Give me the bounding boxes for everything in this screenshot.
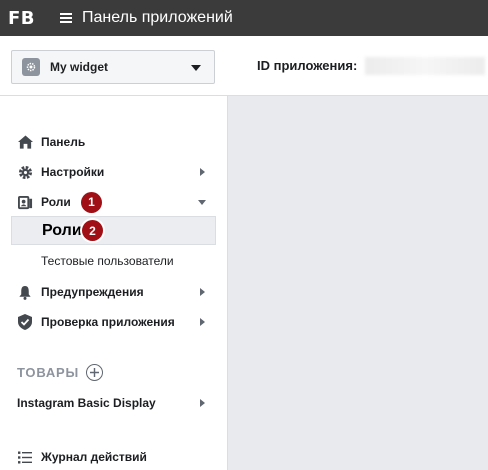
app-selector[interactable]: My widget [11,50,215,84]
chevron-down-icon [198,199,206,205]
fb-logo[interactable]: FB [8,8,35,29]
home-icon [17,134,33,150]
sidebar-item-settings[interactable]: Настройки [0,158,227,186]
list-icon [17,449,33,465]
bell-icon [17,284,33,300]
app-id-value-redacted [365,57,485,75]
chevron-right-icon [200,399,205,407]
shield-icon [17,314,33,330]
app-id-label: ID приложения: [257,58,358,73]
add-icon[interactable] [86,364,103,381]
sidebar-item-label: Настройки [41,165,105,179]
sidebar: Панель Настройки Роли 1 Роли 2 Тестовые … [0,96,228,470]
chevron-right-icon [200,168,205,176]
step-badge: 2 [82,220,103,241]
sidebar-item-label: Панель [41,135,86,149]
sidebar-item-roles[interactable]: Роли 1 [0,188,227,216]
roles-icon [17,194,33,210]
settings-icon [17,164,33,180]
sidebar-item-label: Instagram Basic Display [17,396,156,410]
app-header: My widget ID приложения: [0,36,488,96]
app-name: My widget [50,60,109,74]
page-title: Панель приложений [82,9,233,26]
sidebar-item-instagram-basic-display[interactable]: Instagram Basic Display [0,389,227,417]
chevron-down-icon [191,65,201,71]
sidebar-item-dashboard[interactable]: Панель [0,128,227,156]
sidebar-item-app-review[interactable]: Проверка приложения [0,308,227,336]
sidebar-item-label: Проверка приложения [41,315,175,329]
sidebar-item-label: Журнал действий [41,450,147,464]
menu-icon[interactable] [60,13,73,23]
sidebar-item-alerts[interactable]: Предупреждения [0,278,227,306]
sidebar-subitem-roles[interactable]: Роли 2 [11,216,216,245]
sidebar-item-label: Роли [42,221,82,239]
gear-icon [22,58,40,76]
top-bar: FB Панель приложений [0,0,488,36]
step-badge: 1 [81,191,102,213]
chevron-right-icon [200,288,205,296]
chevron-right-icon [200,318,205,326]
sidebar-subitem-test-users[interactable]: Тестовые пользователи [41,254,174,268]
sidebar-item-activity-log[interactable]: Журнал действий [0,443,227,470]
products-section-header: ТОВАРЫ [17,365,80,380]
sidebar-item-label: Роли [41,195,71,209]
sidebar-item-label: Предупреждения [41,285,144,299]
